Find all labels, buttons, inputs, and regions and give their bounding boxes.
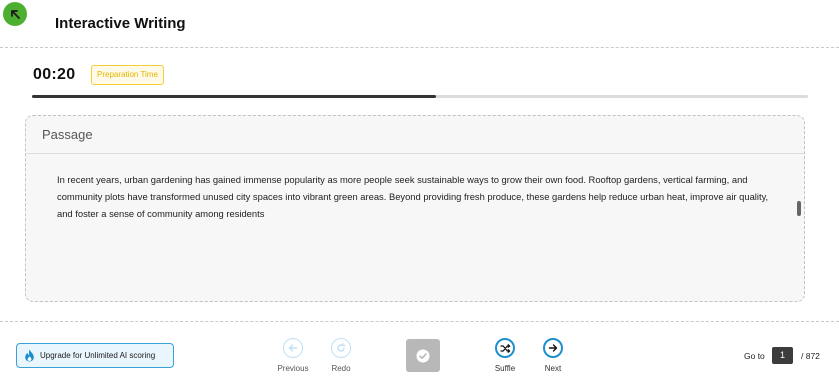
- previous-button[interactable]: Previous: [268, 338, 318, 373]
- next-label: Next: [544, 364, 562, 373]
- back-button[interactable]: [3, 2, 27, 26]
- passage-heading: Passage: [26, 116, 804, 154]
- footer-divider: [0, 321, 839, 322]
- shuffle-label: Suffle: [494, 364, 516, 373]
- arrow-right-icon: [543, 338, 563, 358]
- passage-card: Passage In recent years, urban gardening…: [25, 115, 805, 302]
- flame-icon: [24, 349, 35, 362]
- page-number-input[interactable]: 1: [772, 347, 793, 364]
- submit-button[interactable]: [406, 339, 440, 372]
- preparation-time-badge: Preparation Time: [91, 65, 164, 85]
- goto-label: Go to: [744, 351, 765, 361]
- redo-button[interactable]: Redo: [316, 338, 366, 373]
- passage-scrollbar[interactable]: [797, 201, 801, 216]
- redo-icon: [331, 338, 351, 358]
- upgrade-label: Upgrade for Unlimited AI scoring: [40, 351, 156, 360]
- countdown-timer: 00:20: [33, 66, 76, 83]
- progress-fill: [32, 95, 436, 98]
- page-title: Interactive Writing: [55, 15, 186, 32]
- arrow-left-icon: [283, 338, 303, 358]
- previous-label: Previous: [277, 364, 309, 373]
- passage-text: In recent years, urban gardening has gai…: [57, 174, 769, 219]
- check-circle-icon: [416, 349, 430, 362]
- shuffle-icon: [495, 338, 515, 358]
- arrow-up-left-icon: [11, 10, 20, 19]
- progress-bar: [32, 95, 808, 98]
- shuffle-button[interactable]: Suffle: [480, 338, 530, 373]
- total-pages: / 872: [801, 351, 820, 361]
- upgrade-button[interactable]: Upgrade for Unlimited AI scoring: [16, 343, 174, 368]
- next-button[interactable]: Next: [528, 338, 578, 373]
- header-divider: [0, 47, 839, 48]
- redo-label: Redo: [331, 364, 351, 373]
